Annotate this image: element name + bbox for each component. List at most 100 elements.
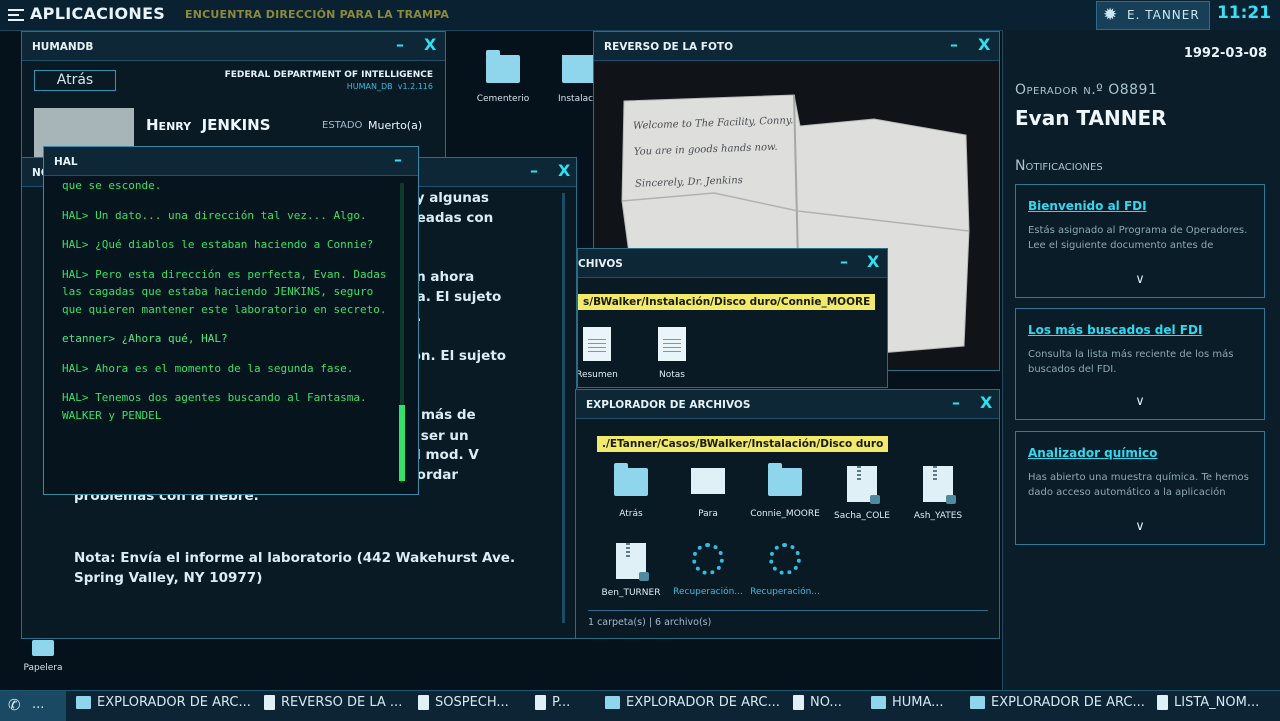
app-version: v1.2.116 (397, 82, 433, 91)
loading-spinner-icon (692, 543, 724, 575)
scrollbar[interactable] (562, 193, 565, 623)
user-chip[interactable]: ✹ E. TANNER (1096, 1, 1210, 30)
app-name: HUMAN_DB (346, 82, 393, 91)
folder-icon (605, 696, 620, 709)
notification-card[interactable]: Bienvenido al FDI Estás asignado al Prog… (1015, 184, 1265, 298)
file-ash-yates[interactable]: Ash_YATES (899, 466, 977, 521)
document-icon (658, 327, 686, 361)
chevron-down-icon[interactable]: ∨ (1016, 394, 1264, 409)
image-icon (264, 695, 275, 710)
taskbar-item-label: LISTA_NOM... (1174, 695, 1260, 710)
hal-message: HAL> Ahora es el momento de la segunda f… (62, 361, 354, 375)
desktop-icon-label: Cementerio (476, 94, 530, 104)
window-titlebar[interactable]: REVERSO DE LA FOTO – X (594, 32, 999, 61)
date: 1992-03-08 (1183, 46, 1267, 61)
file-resumen[interactable]: Resumen (578, 327, 636, 380)
path-bar[interactable]: s/BWalker/Instalación/Disco duro/Connie_… (578, 294, 876, 310)
file-ben-turner[interactable]: Ben_TURNER (592, 543, 670, 598)
top-bar: Aplicaciones Encuentra dirección para la… (0, 0, 1280, 31)
file-notas[interactable]: Notas (633, 327, 711, 380)
taskbar-item[interactable]: HUMA... (871, 695, 944, 717)
file-explorer-window[interactable]: EXPLORADOR DE ARCHIVOS – X ./ETanner/Cas… (575, 389, 1000, 639)
subject-last-name: JENKINS (201, 116, 271, 134)
close-button[interactable]: X (558, 161, 570, 181)
hal-window[interactable]: HAL – que se esconde. HAL> Un dato... un… (43, 146, 419, 495)
notification-title[interactable]: Bienvenido al FDI (1028, 199, 1252, 213)
start-button[interactable]: ✆ ... (0, 691, 66, 721)
desktop-icon-papelera[interactable]: Papelera (8, 640, 78, 673)
file-para[interactable]: Para (669, 468, 747, 519)
archives-window[interactable]: CHIVOS – X s/BWalker/Instalación/Disco d… (577, 248, 888, 388)
window-titlebar[interactable]: CHIVOS – X (578, 249, 887, 278)
folder-icon (970, 696, 985, 709)
operator-panel: 1992-03-08 Operador n.º O8891 Evan TANNE… (1002, 30, 1280, 690)
clock: 11:21 (1216, 3, 1272, 23)
taskbar-item[interactable]: SOSPECH... (418, 695, 509, 717)
window-titlebar[interactable]: HUMANDB – X (22, 32, 445, 61)
back-button[interactable]: Atrás (34, 70, 116, 91)
operator-name: Evan TANNER (1015, 106, 1167, 130)
close-button[interactable]: X (980, 393, 992, 413)
id-card-icon (871, 696, 886, 709)
desktop-icon-instalacion[interactable]: Instalaci (552, 55, 594, 104)
humandb-window[interactable]: HUMANDB – X Atrás FEDERAL DEPARTMENT OF … (21, 31, 446, 161)
report-line: ión. El sujeto (407, 348, 507, 364)
minimize-button[interactable]: – (396, 35, 404, 55)
app-version-line: HUMAN_DB v1.2.116 (347, 82, 433, 91)
file-recovering-1[interactable]: Recuperación... (669, 543, 747, 597)
taskbar-item[interactable]: P... (535, 695, 570, 717)
folder-connie-moore[interactable]: Connie_MOORE (746, 463, 824, 519)
window-title: REVERSO DE LA FOTO (604, 41, 733, 53)
file-label: Recuperación... (673, 587, 743, 597)
applications-label: Aplicaciones (30, 4, 166, 23)
minimize-button[interactable]: – (950, 35, 958, 55)
minimize-button[interactable]: – (530, 161, 538, 181)
path-bar[interactable]: ./ETanner/Casos/BWalker/Instalación/Disc… (597, 436, 889, 452)
taskbar-item-label: EXPLORADOR DE ARC... (626, 695, 780, 710)
taskbar-item[interactable]: EXPLORADOR DE ARC... (605, 695, 780, 717)
locked-zip-icon (923, 466, 956, 504)
notification-title[interactable]: Los más buscados del FDI (1028, 323, 1252, 337)
window-title: HUMANDB (32, 41, 94, 53)
file-sacha-cole[interactable]: Sacha_COLE (823, 466, 901, 521)
window-titlebar[interactable]: EXPLORADOR DE ARCHIVOS – X (576, 390, 999, 419)
divider (588, 610, 988, 611)
hal-message: HAL> Pero esta dirección es perfecta, Ev… (62, 267, 387, 316)
minimize-button[interactable]: – (952, 393, 960, 413)
close-button[interactable]: X (978, 35, 990, 55)
window-title: HAL (54, 156, 78, 168)
chevron-down-icon[interactable]: ∨ (1016, 272, 1264, 287)
minimize-button[interactable]: – (394, 150, 402, 170)
hal-scrollbar-thumb[interactable] (399, 405, 405, 481)
notification-title[interactable]: Analizador químico (1028, 446, 1252, 460)
close-button[interactable]: X (424, 35, 436, 55)
file-label: Ash_YATES (913, 511, 963, 521)
taskbar-item[interactable]: LISTA_NOM... (1157, 695, 1259, 717)
minimize-button[interactable]: – (840, 252, 848, 272)
window-titlebar[interactable]: HAL – (44, 147, 418, 176)
chevron-down-icon[interactable]: ∨ (1016, 519, 1264, 534)
start-label: ... (32, 697, 45, 712)
notification-card[interactable]: Analizador químico Has abierto una muest… (1015, 431, 1265, 545)
agency-name: FEDERAL DEPARTMENT OF INTELLIGENCE (224, 70, 433, 80)
taskbar-item[interactable]: NO... (793, 695, 842, 717)
taskbar-item[interactable]: REVERSO DE LA ... (264, 695, 402, 717)
locked-zip-icon (847, 466, 880, 504)
taskbar-item[interactable]: EXPLORADOR DE ARC... (970, 695, 1145, 717)
file-recovering-2[interactable]: Recuperación... (746, 543, 824, 597)
applications-menu[interactable]: Aplicaciones (8, 4, 165, 24)
locked-zip-icon (616, 543, 649, 581)
notifications-label: Notificaciones (1015, 158, 1103, 174)
notification-card[interactable]: Los más buscados del FDI Consulta la lis… (1015, 308, 1265, 420)
hal-message: HAL> Tenemos dos agentes buscando al Fan… (62, 391, 367, 422)
notification-body: Estás asignado al Programa de Operadores… (1028, 225, 1248, 251)
desktop-icon-cementerio[interactable]: Cementerio (468, 50, 538, 104)
taskbar-item-label: REVERSO DE LA ... (281, 695, 403, 710)
folder-back[interactable]: Atrás (592, 463, 670, 519)
menu-icon (8, 6, 24, 24)
taskbar-item[interactable]: EXPLORADOR DE ARC... (76, 695, 251, 717)
close-button[interactable]: X (867, 252, 879, 272)
mail-icon (691, 468, 725, 494)
gear-icon: ✹ (1103, 5, 1118, 25)
handwritten-note: Welcome to The Facility, Conny. You are … (633, 108, 796, 198)
